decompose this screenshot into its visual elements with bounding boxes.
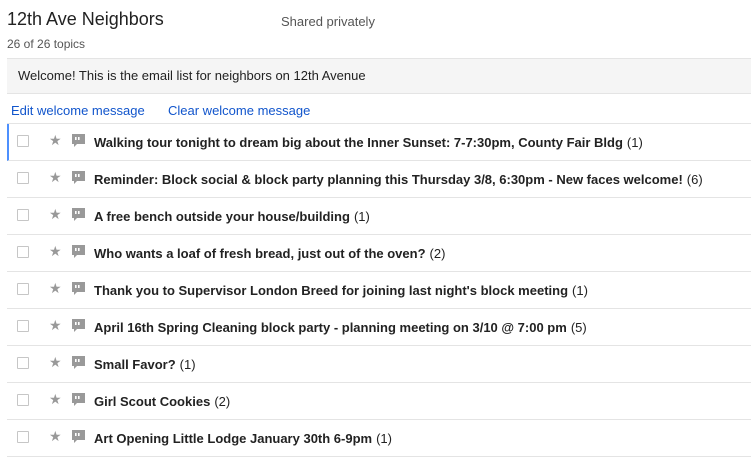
topic-title[interactable]: Walking tour tonight to dream big about … xyxy=(94,135,623,150)
topic-title[interactable]: Girl Scout Cookies xyxy=(94,394,210,409)
chat-bubble-icon xyxy=(72,356,85,369)
topic-count: 26 of 26 topics xyxy=(7,37,86,51)
post-count: (1) xyxy=(376,431,392,446)
topic-link[interactable]: Girl Scout Cookies (2) xyxy=(94,394,230,409)
topic-link[interactable]: A free bench outside your house/building… xyxy=(94,209,370,224)
post-count: (5) xyxy=(570,320,587,335)
chat-bubble-icon xyxy=(72,134,85,147)
topic-checkbox[interactable] xyxy=(17,320,29,332)
clear-welcome-message-link[interactable]: Clear welcome message xyxy=(168,103,310,118)
topic-checkbox[interactable] xyxy=(17,357,29,369)
welcome-actions: Edit welcome message Clear welcome messa… xyxy=(0,94,751,123)
post-count: (1) xyxy=(179,357,196,372)
chat-bubble-icon xyxy=(72,208,85,221)
topic-checkbox[interactable] xyxy=(17,431,29,443)
topic-title[interactable]: Reminder: Block social & block party pla… xyxy=(94,172,683,187)
topic-link[interactable]: April 16th Spring Cleaning block party -… xyxy=(94,320,587,335)
post-count: (1) xyxy=(626,135,643,150)
topic-checkbox[interactable] xyxy=(17,246,29,258)
post-count: (6) xyxy=(686,172,703,187)
star-icon[interactable]: ★ xyxy=(49,354,62,370)
group-header: 12th Ave Neighbors 26 of 26 topics Share… xyxy=(0,0,751,58)
topic-title[interactable]: Thank you to Supervisor London Breed for… xyxy=(94,283,568,298)
sharing-status: Shared privately xyxy=(281,14,375,29)
post-count: (1) xyxy=(353,209,370,224)
post-count: (2) xyxy=(214,394,231,409)
topic-link[interactable]: Thank you to Supervisor London Breed for… xyxy=(94,283,588,298)
topic-row[interactable]: ★ Girl Scout Cookies (2) xyxy=(7,383,751,420)
topic-checkbox[interactable] xyxy=(17,394,29,406)
post-count: (1) xyxy=(572,283,588,298)
star-icon[interactable]: ★ xyxy=(49,132,62,148)
chat-bubble-icon xyxy=(72,393,85,406)
edit-welcome-message-link[interactable]: Edit welcome message xyxy=(11,103,145,118)
chat-bubble-icon xyxy=(72,171,85,184)
topic-title[interactable]: A free bench outside your house/building xyxy=(94,209,350,224)
topic-checkbox[interactable] xyxy=(17,283,29,295)
star-icon[interactable]: ★ xyxy=(49,428,62,444)
star-icon[interactable]: ★ xyxy=(49,169,62,185)
post-count: (2) xyxy=(429,246,446,261)
topic-title[interactable]: April 16th Spring Cleaning block party -… xyxy=(94,320,567,335)
topic-link[interactable]: Walking tour tonight to dream big about … xyxy=(94,135,643,150)
topic-row[interactable]: ★ Who wants a loaf of fresh bread, just … xyxy=(7,235,751,272)
topic-row[interactable]: ★ Walking tour tonight to dream big abou… xyxy=(7,124,751,161)
star-icon[interactable]: ★ xyxy=(49,280,62,296)
topic-row[interactable]: ★ April 16th Spring Cleaning block party… xyxy=(7,309,751,346)
topic-title[interactable]: Small Favor? xyxy=(94,357,176,372)
chat-bubble-icon xyxy=(72,430,85,443)
topic-title[interactable]: Art Opening Little Lodge January 30th 6-… xyxy=(94,431,372,446)
chat-bubble-icon xyxy=(72,282,85,295)
topic-link[interactable]: Small Favor? (1) xyxy=(94,357,196,372)
topic-link[interactable]: Reminder: Block social & block party pla… xyxy=(94,172,703,187)
star-icon[interactable]: ★ xyxy=(49,317,62,333)
star-icon[interactable]: ★ xyxy=(49,391,62,407)
topic-checkbox[interactable] xyxy=(17,172,29,184)
welcome-message: Welcome! This is the email list for neig… xyxy=(7,58,751,94)
star-icon[interactable]: ★ xyxy=(49,206,62,222)
topic-row[interactable]: ★ Thank you to Supervisor London Breed f… xyxy=(7,272,751,309)
chat-bubble-icon xyxy=(72,245,85,258)
topic-row[interactable]: ★ Small Favor? (1) xyxy=(7,346,751,383)
chat-bubble-icon xyxy=(72,319,85,332)
topic-link[interactable]: Who wants a loaf of fresh bread, just ou… xyxy=(94,246,445,261)
topic-list: ★ Walking tour tonight to dream big abou… xyxy=(7,123,751,457)
topic-row[interactable]: ★ Reminder: Block social & block party p… xyxy=(7,161,751,198)
topic-row[interactable]: ★ Art Opening Little Lodge January 30th … xyxy=(7,420,751,457)
topic-link[interactable]: Art Opening Little Lodge January 30th 6-… xyxy=(94,431,392,446)
topic-title[interactable]: Who wants a loaf of fresh bread, just ou… xyxy=(94,246,426,261)
group-title: 12th Ave Neighbors xyxy=(7,9,164,29)
topic-row[interactable]: ★ A free bench outside your house/buildi… xyxy=(7,198,751,235)
star-icon[interactable]: ★ xyxy=(49,243,62,259)
topic-checkbox[interactable] xyxy=(17,209,29,221)
topic-checkbox[interactable] xyxy=(17,135,29,147)
